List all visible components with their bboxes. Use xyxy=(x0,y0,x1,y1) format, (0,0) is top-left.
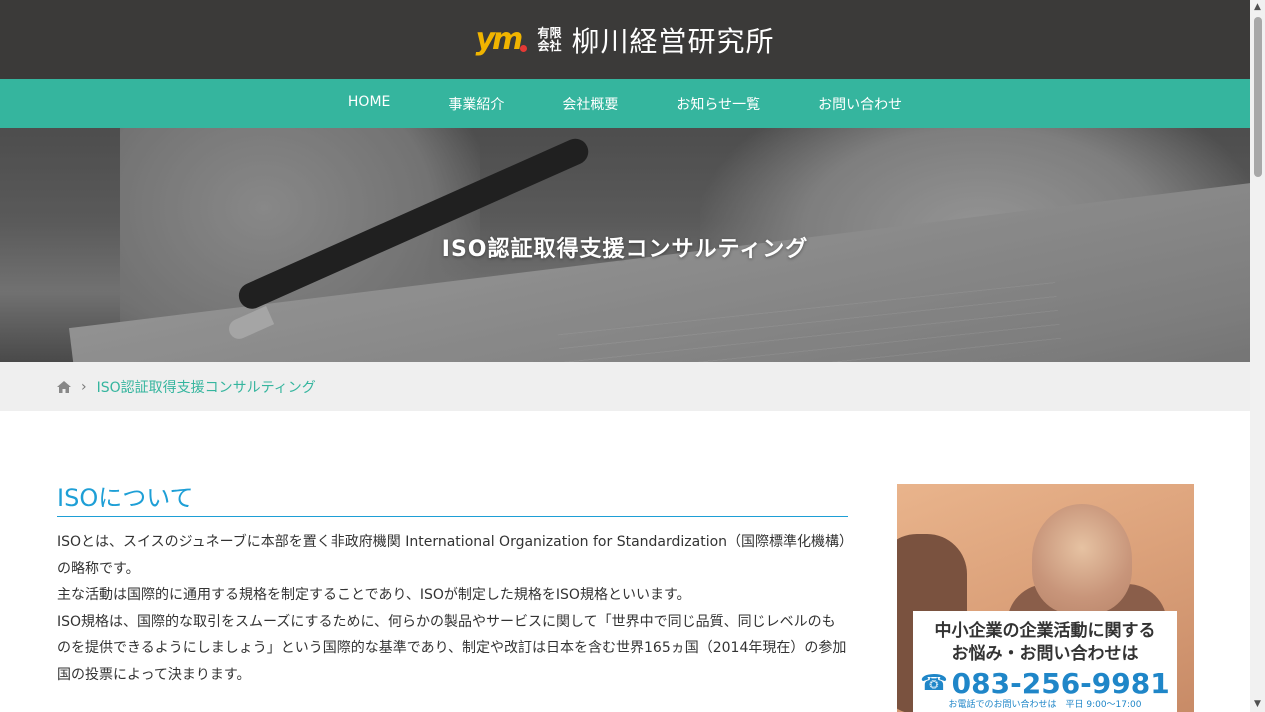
nav-item-services[interactable]: 事業紹介 xyxy=(419,94,533,114)
logo-dot xyxy=(520,44,528,52)
site-header: ym 有限 会社 柳川経営研究所 xyxy=(0,0,1250,79)
scroll-down-arrow-icon[interactable]: ▼ xyxy=(1250,697,1265,712)
site-logo[interactable]: ym 有限 会社 柳川経営研究所 xyxy=(475,20,774,60)
main-content: ISOについて ISOとは、スイスのジュネーブに本部を置く非政府機関 Inter… xyxy=(57,483,848,688)
breadcrumb: › ISO認証取得支援コンサルティング xyxy=(0,362,1250,411)
nav-item-contact[interactable]: お問い合わせ xyxy=(789,94,931,114)
company-name: 柳川経営研究所 xyxy=(571,24,775,58)
phone-icon: ☎ xyxy=(920,671,948,696)
breadcrumb-separator: › xyxy=(81,378,87,395)
page-title: ISO認証取得支援コンサルティング xyxy=(441,237,809,262)
scrollbar-thumb[interactable] xyxy=(1254,17,1262,177)
banner-line2: お悩み・お問い合わせは xyxy=(951,644,1139,664)
phone-number: 083-256-9981 xyxy=(951,667,1170,700)
nav-item-home[interactable]: HOME xyxy=(319,94,419,114)
company-type: 有限 会社 xyxy=(537,25,562,53)
banner-phone[interactable]: ☎ 083-256-9981 xyxy=(913,668,1177,700)
section-body: ISOとは、スイスのジュネーブに本部を置く非政府機関 International… xyxy=(57,529,848,688)
page: ym 有限 会社 柳川経営研究所 HOME 事業紹介 会社概要 お知らせ一覧 お… xyxy=(0,0,1250,712)
home-icon[interactable] xyxy=(56,380,72,394)
paragraph-3: ISO規格は、国際的な取引をスムーズにするために、何らかの製品やサービスに関して… xyxy=(57,613,847,683)
scrollbar[interactable]: ▲ ▼ xyxy=(1250,0,1265,712)
global-nav: HOME 事業紹介 会社概要 お知らせ一覧 お問い合わせ xyxy=(0,79,1250,128)
contact-banner[interactable]: 中小企業の企業活動に関する お悩み・お問い合わせは ☎ 083-256-9981… xyxy=(897,484,1194,712)
company-type-line1: 有限 xyxy=(537,25,562,40)
nav-item-news[interactable]: お知らせ一覧 xyxy=(647,94,789,114)
nav-item-company[interactable]: 会社概要 xyxy=(533,94,647,114)
logo-mark-icon: ym xyxy=(475,24,528,54)
paragraph-1: ISOとは、スイスのジュネーブに本部を置く非政府機関 International… xyxy=(57,534,847,577)
section-title: ISOについて xyxy=(57,483,848,517)
breadcrumb-current: ISO認証取得支援コンサルティング xyxy=(96,379,316,396)
logo-mark-text: ym xyxy=(475,21,523,57)
nav-list: HOME 事業紹介 会社概要 お知らせ一覧 お問い合わせ xyxy=(319,94,931,114)
scroll-up-arrow-icon[interactable]: ▲ xyxy=(1250,0,1265,15)
banner-note: お電話でのお問い合わせは 平日 9:00～17:00 xyxy=(948,700,1142,710)
banner-line1: 中小企業の企業活動に関する xyxy=(934,621,1156,641)
page-hero: ISO認証取得支援コンサルティング xyxy=(0,128,1250,362)
paragraph-2: 主な活動は国際的に通用する規格を制定することであり、ISOが制定した規格をISO… xyxy=(57,587,691,603)
banner-card: 中小企業の企業活動に関する お悩み・お問い合わせは ☎ 083-256-9981… xyxy=(913,611,1177,712)
banner-person-face xyxy=(1032,504,1132,614)
company-type-line2: 会社 xyxy=(537,38,562,53)
